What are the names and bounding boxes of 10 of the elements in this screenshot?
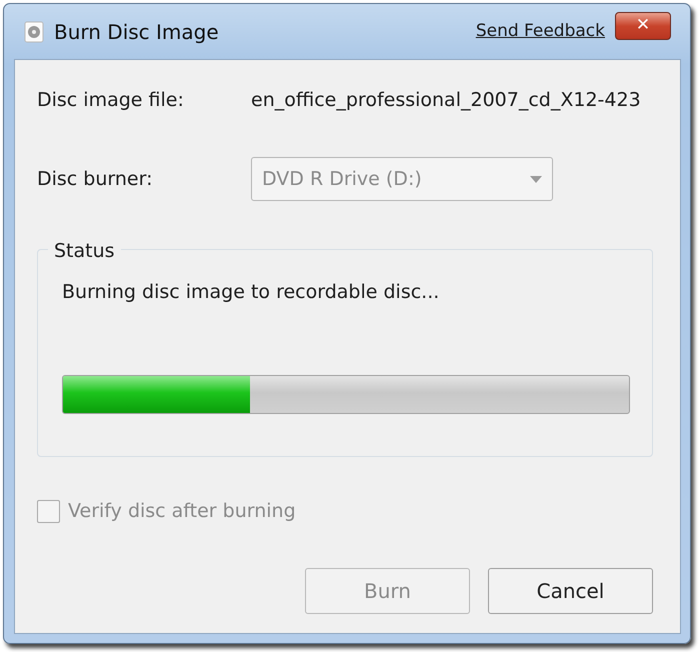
send-feedback-link[interactable]: Send Feedback — [476, 18, 605, 44]
status-message: Burning disc image to recordable disc... — [62, 280, 440, 305]
field-label: Disc image file: — [37, 88, 185, 113]
field-value: en_office_professional_2007_cd_X12-423 — [251, 88, 641, 113]
field-label: Disc burner: — [37, 166, 154, 192]
checkbox-label: Verify disc after burning — [68, 499, 296, 524]
cancel-button[interactable]: Cancel — [488, 568, 653, 614]
caret-icon — [530, 176, 542, 184]
window-title: Burn Disc Image — [54, 18, 219, 46]
close-button[interactable]: ✕ — [615, 12, 671, 40]
